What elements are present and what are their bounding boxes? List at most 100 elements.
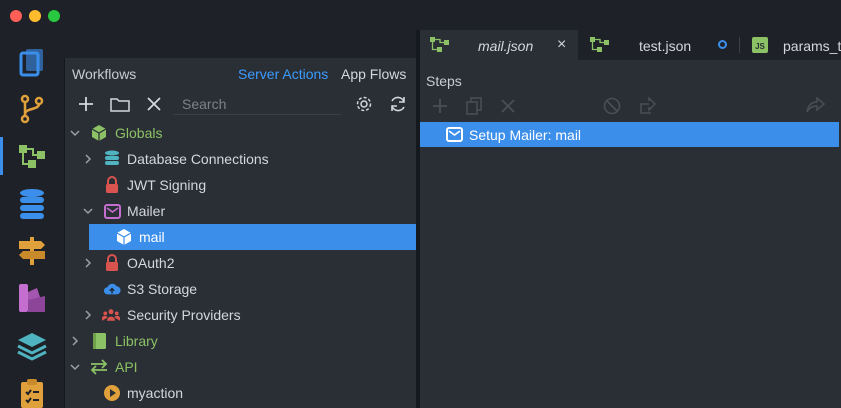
activity-layers[interactable] xyxy=(0,323,64,369)
tree-item-s3-storage[interactable]: S3 Storage xyxy=(65,276,417,302)
activity-tasks[interactable] xyxy=(0,370,64,408)
close-icon[interactable]: × xyxy=(557,36,566,54)
workflow-icon xyxy=(590,37,610,56)
delete-button[interactable] xyxy=(143,94,165,114)
exchange-icon xyxy=(90,358,108,376)
share-step-button[interactable] xyxy=(804,96,826,116)
tree-item-library[interactable]: Library xyxy=(65,328,417,354)
share-icon xyxy=(806,97,825,113)
tree-item-myaction[interactable]: myaction xyxy=(65,380,417,406)
git-branch-icon xyxy=(20,94,44,124)
refresh-button[interactable] xyxy=(387,94,409,114)
new-folder-button[interactable] xyxy=(109,94,131,114)
copy-icon xyxy=(466,97,482,115)
remove-step-button[interactable] xyxy=(497,96,519,116)
activity-bar xyxy=(0,30,64,408)
minimize-window-button[interactable] xyxy=(29,10,41,22)
plus-icon xyxy=(79,97,93,111)
users-icon xyxy=(102,306,120,324)
refresh-icon xyxy=(391,96,405,112)
envelope-icon xyxy=(103,202,121,220)
disable-step-button[interactable] xyxy=(601,96,623,116)
chevron-down-icon[interactable] xyxy=(69,361,81,373)
tree-item-globals[interactable]: Globals xyxy=(65,120,417,146)
layers-icon xyxy=(17,333,47,361)
copy-step-button[interactable] xyxy=(463,96,485,116)
tree-item-database-connections[interactable]: Database Connections xyxy=(65,146,417,172)
activity-design[interactable] xyxy=(0,275,64,321)
modified-indicator xyxy=(718,40,727,49)
gear-icon xyxy=(356,96,372,112)
tree-item-oauth2[interactable]: OAuth2 xyxy=(65,250,417,276)
workflows-panel: Workflows Server Actions App Flows Searc… xyxy=(64,58,417,408)
tree-item-jwt-signing[interactable]: JWT Signing xyxy=(65,172,417,198)
chevron-right-icon[interactable] xyxy=(82,309,94,321)
tree-item-label: OAuth2 xyxy=(127,255,175,271)
tab-label: mail.json xyxy=(478,38,534,54)
settings-button[interactable] xyxy=(353,94,375,114)
activity-git[interactable] xyxy=(0,86,64,132)
lock-icon xyxy=(103,254,121,272)
folder-icon xyxy=(110,98,130,112)
workflow-icon xyxy=(19,145,45,168)
chevron-right-icon[interactable] xyxy=(69,335,81,347)
palette-icon xyxy=(19,284,45,312)
tree-item-label: Library xyxy=(115,333,158,349)
tab-label: params_te xyxy=(783,38,841,54)
tab-label: test.json xyxy=(639,38,692,54)
tree-item-label: S3 Storage xyxy=(127,281,198,297)
plus-icon xyxy=(433,99,447,113)
tab-server-actions[interactable]: Server Actions xyxy=(238,66,328,82)
js-file-icon: JS xyxy=(752,37,768,53)
tree-item-label: mail xyxy=(139,229,165,245)
add-button[interactable] xyxy=(75,94,97,114)
close-icon xyxy=(147,97,161,111)
cloud-upload-icon xyxy=(103,280,121,298)
cube-icon xyxy=(90,124,108,142)
step-row-setup-mailer[interactable]: Setup Mailer: mail xyxy=(420,122,839,147)
search-input[interactable] xyxy=(173,93,341,115)
tree-item-mail[interactable]: mail xyxy=(89,224,417,250)
files-icon xyxy=(19,49,43,77)
workflow-icon xyxy=(430,37,450,56)
tree-item-api[interactable]: API xyxy=(65,354,417,380)
tree-item-mailer[interactable]: Mailer xyxy=(65,198,417,224)
step-label: Setup Mailer: mail xyxy=(469,127,582,143)
zoom-window-button[interactable] xyxy=(48,10,60,22)
signpost-icon xyxy=(19,237,45,265)
close-window-button[interactable] xyxy=(10,10,22,22)
chevron-down-icon[interactable] xyxy=(69,127,81,139)
editor-area: mail.json × test.json JS params_te Steps xyxy=(420,30,841,408)
cube-icon xyxy=(115,228,133,246)
database-icon xyxy=(103,150,121,168)
tree-item-label: Mailer xyxy=(127,203,166,219)
tree-item-label: Security Providers xyxy=(127,307,241,323)
tree-item-label: JWT Signing xyxy=(127,177,207,193)
envelope-icon xyxy=(446,127,463,145)
panel-title: Workflows xyxy=(72,66,137,82)
tree-item-label: API xyxy=(115,359,138,375)
tab-app-flows[interactable]: App Flows xyxy=(341,66,406,82)
tree-item-security-providers[interactable]: Security Providers xyxy=(65,302,417,328)
activity-files[interactable] xyxy=(0,39,64,85)
database-icon xyxy=(20,189,44,219)
tab-params[interactable]: JS params_te xyxy=(740,30,841,60)
activity-routes[interactable] xyxy=(0,228,64,274)
ban-icon xyxy=(603,97,621,115)
steps-toolbar xyxy=(420,92,841,120)
move-step-button[interactable] xyxy=(635,96,657,116)
clipboard-icon xyxy=(21,379,43,408)
book-icon xyxy=(90,332,108,350)
add-step-button[interactable] xyxy=(429,96,451,116)
title-bar xyxy=(0,0,841,30)
activity-workflows[interactable] xyxy=(0,133,64,179)
chevron-right-icon[interactable] xyxy=(82,153,94,165)
chevron-down-icon[interactable] xyxy=(82,205,94,217)
tab-mail-json[interactable]: mail.json × xyxy=(420,30,578,60)
tab-test-json[interactable]: test.json xyxy=(578,30,738,60)
close-icon xyxy=(501,99,515,113)
steps-title: Steps xyxy=(426,73,462,89)
editor-tabs: mail.json × test.json JS params_te xyxy=(420,30,841,60)
activity-database[interactable] xyxy=(0,181,64,227)
chevron-right-icon[interactable] xyxy=(82,257,94,269)
